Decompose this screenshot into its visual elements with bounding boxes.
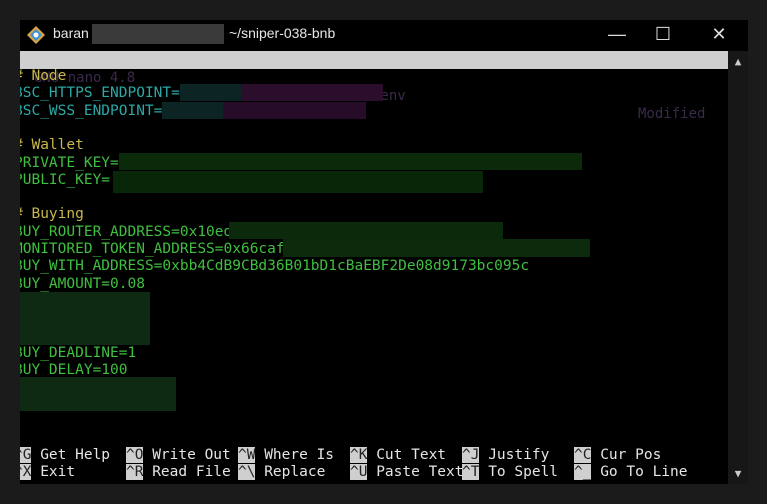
shortcut-go-to-line[interactable]: ^_ Go To Line: [574, 464, 688, 481]
shortcut-to-spell[interactable]: ^T To Spell: [462, 464, 558, 481]
redacted-lines: [20, 292, 150, 345]
shortcut-get-help[interactable]: ^G Get Help: [20, 447, 110, 464]
shortcut-label: Replace: [264, 464, 326, 480]
editor-line: # Wallet: [20, 137, 84, 154]
shortcut-key: ^J: [462, 447, 480, 463]
window-path: ~/sniper-038-bnb: [229, 25, 336, 41]
shortcut-label: To Spell: [488, 464, 559, 480]
editor-line: BSC_WSS_ENDPOINT=: [20, 102, 163, 119]
window-user: baran: [53, 25, 89, 41]
redacted-value: [113, 171, 483, 193]
shortcut-label: Where Is: [264, 447, 335, 463]
minimize-button[interactable]: —: [594, 20, 640, 50]
redacted-value: [119, 153, 582, 170]
shortcut-key: ^W: [238, 447, 256, 463]
shortcut-key: ^_: [574, 464, 592, 480]
redacted-value: [162, 102, 366, 119]
editor-line: # Buying: [20, 206, 84, 223]
shortcut-key: ^U: [350, 464, 368, 480]
shortcut-label: Read File: [152, 464, 231, 480]
scroll-up-icon[interactable]: ▲: [728, 55, 748, 68]
title-bar[interactable]: baran ~/sniper-038-bnb — ☐ ✕: [20, 20, 748, 50]
shortcut-read-file[interactable]: ^R Read File: [126, 464, 231, 481]
nano-status-bar: GNU nano 4.8 .env Modified: [20, 51, 728, 122]
editor-line: BSC_HTTPS_ENDPOINT=: [20, 85, 180, 102]
redacted-host: [92, 24, 224, 44]
editor-line: BUY_AMOUNT=0.08: [20, 275, 145, 292]
close-button[interactable]: ✕: [696, 20, 742, 50]
modified-status: Modified: [638, 106, 706, 122]
scrollbar[interactable]: ▲ ▼: [728, 51, 748, 484]
editor-line: MONITORED_TOKEN_ADDRESS=0x66cafcf6c: [20, 241, 320, 257]
shortcut-label: Cur Pos: [600, 447, 662, 463]
shortcut-key: ^G: [20, 447, 32, 463]
shortcut-exit[interactable]: ^X Exit: [20, 464, 75, 481]
shortcut-paste-text[interactable]: ^U Paste Text: [350, 464, 464, 481]
redacted-value: [180, 84, 383, 101]
shortcut-key: ^R: [126, 464, 144, 480]
redacted-lines: [20, 377, 176, 411]
editor-line: # Node: [20, 68, 67, 84]
editor-line: BUY_WITH_ADDRESS=0xbb4CdB9CBd36B01bD1cBa…: [20, 258, 530, 275]
redacted-value: [283, 239, 590, 257]
editor-line: BUY_ROUTER_ADDRESS=0x10ed43c: [20, 223, 259, 240]
shortcut-key: ^T: [462, 464, 480, 480]
shortcut-label: Paste Text: [376, 464, 464, 480]
shortcut-where-is[interactable]: ^W Where Is: [238, 447, 334, 464]
editor-line: PUBLIC_KEY=: [20, 171, 111, 188]
redacted-value: [229, 222, 503, 239]
terminal-window: baran ~/sniper-038-bnb — ☐ ✕ GNU nano 4.…: [20, 20, 748, 484]
shortcut-key: ^X: [20, 464, 32, 480]
editor-line: BUY_DEADLINE=1: [20, 344, 137, 361]
shortcut-label: Write Out: [152, 447, 231, 463]
shortcut-cut-text[interactable]: ^K Cut Text: [350, 447, 446, 464]
shortcut-replace[interactable]: ^\ Replace: [238, 464, 325, 481]
shortcut-write-out[interactable]: ^O Write Out: [126, 447, 231, 464]
git-bash-icon: [27, 26, 45, 44]
editor-line: PRIVATE_KEY=: [20, 154, 119, 171]
shortcut-cur-pos[interactable]: ^C Cur Pos: [574, 447, 661, 464]
shortcut-label: Go To Line: [600, 464, 688, 480]
maximize-button[interactable]: ☐: [640, 20, 686, 50]
shortcut-label: Exit: [40, 464, 76, 480]
shortcut-key: ^\: [238, 464, 256, 480]
shortcut-label: Cut Text: [376, 447, 447, 463]
shortcut-key: ^C: [574, 447, 592, 463]
shortcut-key: ^O: [126, 447, 144, 463]
scroll-down-icon[interactable]: ▼: [728, 467, 748, 480]
shortcut-label: Justify: [488, 447, 550, 463]
shortcut-justify[interactable]: ^J Justify: [462, 447, 549, 464]
shortcut-label: Get Help: [40, 447, 111, 463]
shortcut-key: ^K: [350, 447, 368, 463]
